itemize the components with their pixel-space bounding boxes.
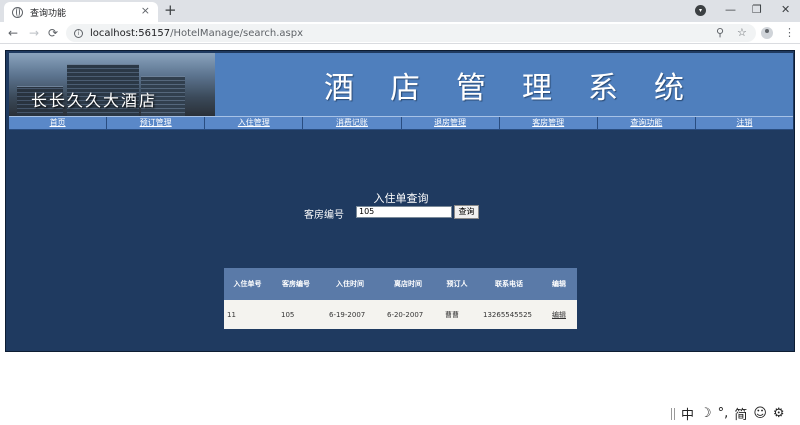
- table-cell: 6-19-2007: [329, 310, 366, 319]
- table-cell: 105: [281, 310, 295, 319]
- browser-menu-icon[interactable]: ⋮: [784, 26, 795, 39]
- main-menu: 首页 预订管理 入住管理 消费记账 退房管理 客房管理 查询功能 注销: [9, 116, 793, 130]
- edit-link[interactable]: 编辑: [541, 300, 577, 329]
- ime-toolbar: 中 ☽ °, 简 ☺ ⚙: [671, 404, 791, 423]
- ime-chinese-mode[interactable]: 中: [681, 404, 694, 423]
- column-header: 预订人: [446, 280, 468, 288]
- url-host: localhost:56157: [90, 27, 171, 39]
- room-number-input[interactable]: 105: [356, 206, 452, 218]
- system-title: 酒店管理系统: [324, 70, 720, 106]
- bookmark-star-icon[interactable]: ☆: [737, 26, 747, 39]
- search-form-title: 入住单查询: [373, 192, 429, 205]
- table-cell: 曹曹: [445, 310, 459, 319]
- emoji-icon[interactable]: ☺: [753, 406, 767, 421]
- column-header: 联系电话: [495, 280, 523, 288]
- column-header: 入住单号: [233, 280, 262, 288]
- tab-bar: 查询功能 × + ▾ — ❐ ✕: [0, 0, 800, 22]
- column-header: 编辑: [552, 280, 566, 288]
- header-banner: 长长久久大酒店 酒店管理系统: [9, 53, 793, 116]
- tab-title: 查询功能: [30, 8, 67, 19]
- column-header: 入住时间: [336, 280, 364, 288]
- reload-button[interactable]: ⟳: [48, 25, 58, 41]
- url-text: localhost:56157/HotelManage/search.aspx: [90, 28, 303, 39]
- menu-item-rooms[interactable]: 客房管理: [500, 117, 598, 129]
- table-cell: 6-20-2007: [387, 310, 424, 319]
- column-header: 离店时间: [394, 280, 422, 288]
- results-table: 入住单号 客房编号 入住时间 离店时间 预订人 联系电话 编辑 11 105 6…: [224, 268, 577, 329]
- drag-handle[interactable]: [671, 407, 675, 420]
- url-path: /HotelManage/search.aspx: [170, 27, 304, 39]
- table-cell: 13265545525: [483, 310, 532, 319]
- hotel-photo-caption: 长长久久大酒店: [31, 91, 158, 110]
- back-button[interactable]: ←: [8, 25, 18, 41]
- page-body: 长长久久大酒店 酒店管理系统 首页 预订管理 入住管理 消费记账 退房管理 客房…: [5, 50, 795, 352]
- table-cell: 11: [227, 310, 236, 319]
- menu-item-checkout[interactable]: 退房管理: [402, 117, 500, 129]
- menu-item-search[interactable]: 查询功能: [598, 117, 696, 129]
- table-header: 入住单号 客房编号 入住时间 离店时间 预订人 联系电话 编辑: [224, 268, 577, 300]
- close-window-button[interactable]: ✕: [781, 3, 790, 16]
- ime-simplified-mode[interactable]: 简: [734, 404, 747, 423]
- menu-item-logout[interactable]: 注销: [696, 117, 793, 129]
- browser-tab[interactable]: 查询功能 ×: [4, 2, 158, 22]
- new-tab-button[interactable]: +: [164, 2, 177, 18]
- menu-item-consumption[interactable]: 消费记账: [303, 117, 402, 129]
- zoom-icon[interactable]: ⚲: [716, 26, 724, 39]
- menu-item-home[interactable]: 首页: [9, 117, 108, 129]
- address-bar[interactable]: i localhost:56157/HotelManage/search.asp…: [66, 24, 756, 42]
- menu-item-checkin[interactable]: 入住管理: [205, 117, 304, 129]
- settings-gear-icon[interactable]: ⚙: [773, 406, 785, 421]
- column-header: 客房编号: [282, 280, 310, 288]
- query-button[interactable]: 查询: [454, 205, 479, 219]
- browser-toolbar: ← → ⟳ i localhost:56157/HotelManage/sear…: [0, 22, 800, 44]
- table-row: 11 105 6-19-2007 6-20-2007 曹曹 1326554552…: [224, 300, 577, 329]
- tab-close-icon[interactable]: ×: [141, 4, 150, 17]
- room-number-label: 客房编号: [304, 210, 344, 221]
- tab-search-icon[interactable]: ▾: [695, 5, 706, 16]
- moon-icon[interactable]: ☽: [700, 406, 712, 421]
- restore-button[interactable]: ❐: [752, 3, 762, 16]
- forward-button[interactable]: →: [29, 25, 39, 41]
- site-info-icon[interactable]: i: [74, 28, 83, 38]
- profile-avatar[interactable]: [761, 27, 773, 39]
- globe-icon: [12, 6, 23, 18]
- punctuation-icon[interactable]: °,: [718, 406, 729, 421]
- hotel-photo: 长长久久大酒店: [9, 53, 215, 116]
- menu-item-booking[interactable]: 预订管理: [107, 117, 206, 129]
- minimize-button[interactable]: —: [725, 3, 736, 16]
